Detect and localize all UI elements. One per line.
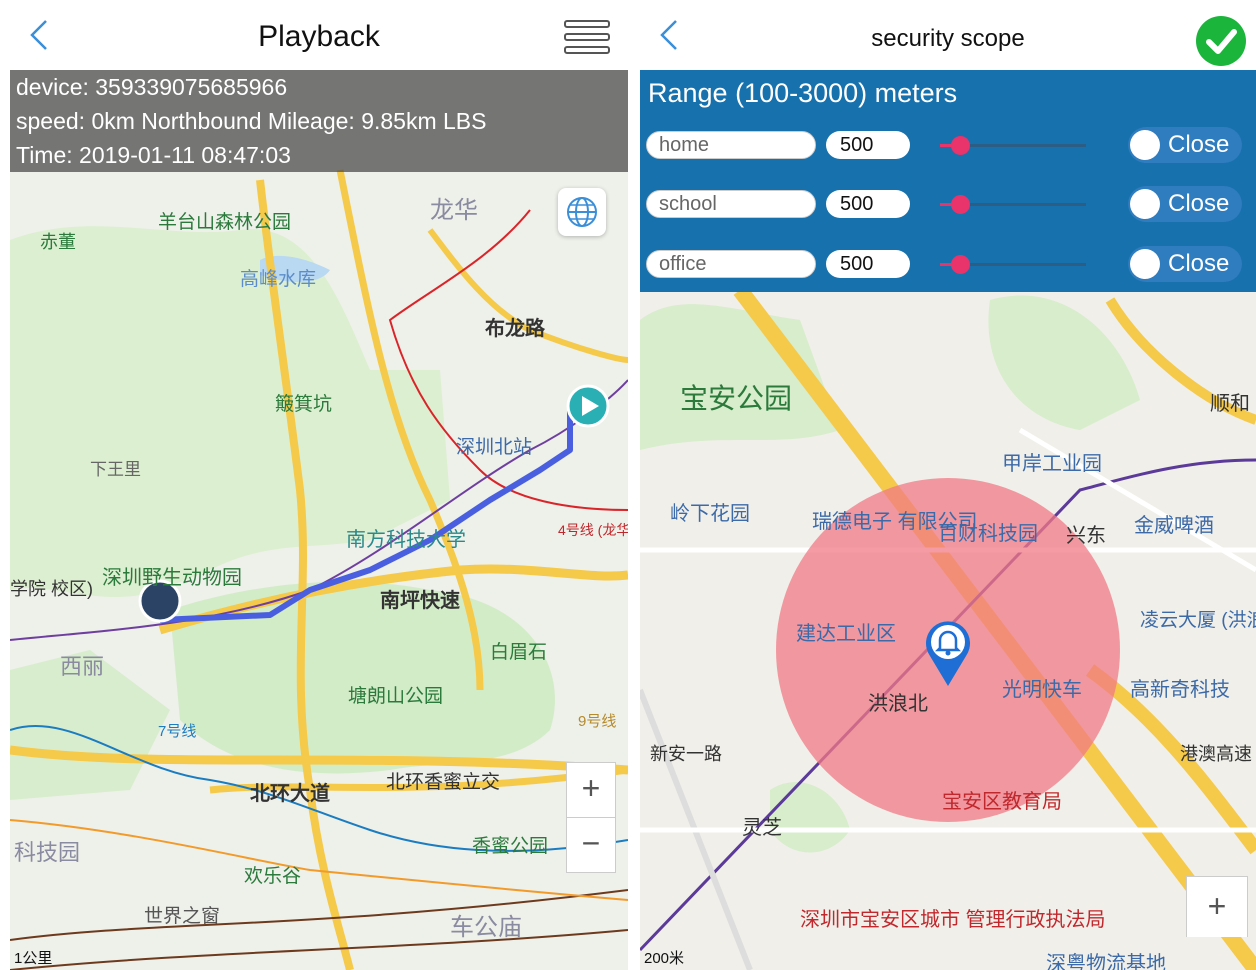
map-label-beihuan: 北环大道 <box>250 781 330 805</box>
map-label-shunhe: 顺和 <box>1210 392 1250 415</box>
map-label-xin-an: 新安一路 <box>650 744 722 764</box>
range-slider[interactable] <box>940 195 1086 214</box>
map-label-lingxia: 岭下花园 <box>670 502 750 525</box>
range-value-input[interactable]: 500 <box>826 131 910 159</box>
map-label-xiawang: 下王里 <box>90 460 141 479</box>
range-slider[interactable] <box>940 255 1086 274</box>
range-value-input[interactable]: 500 <box>826 250 910 278</box>
map-label-line4: 4号线 (龙华线) <box>558 522 628 538</box>
zoom-in-button[interactable]: + <box>1187 877 1247 937</box>
device-id-text: device: 359339075685966 <box>16 74 288 100</box>
toggle-knob <box>1130 249 1160 279</box>
map-label-yangtaishan: 羊台山森林公园 <box>158 211 291 233</box>
map-label-shenzhen-north: 深圳北站 <box>456 436 532 458</box>
range-settings-panel: Range (100-3000) meters home 500 Close s… <box>640 70 1256 292</box>
slider-thumb[interactable] <box>951 195 971 214</box>
map-label-bulong: 布龙路 <box>485 316 546 340</box>
map-label-baimei: 白眉石 <box>490 641 547 663</box>
map-label-gaoxin: 高新奇科技 <box>1130 678 1230 701</box>
map-label-baoan-park: 宝安公园 <box>680 383 792 414</box>
map-label-happy-valley: 欢乐谷 <box>244 865 301 887</box>
zoom-control: + <box>1186 876 1248 937</box>
map-label-jiaan: 甲岸工业园 <box>1002 452 1102 475</box>
page-title: security scope <box>871 25 1025 52</box>
range-slider[interactable] <box>940 136 1086 155</box>
device-bell-marker-icon[interactable] <box>922 616 974 693</box>
map-label-gaofeng: 高峰水库 <box>240 268 316 290</box>
globe-icon[interactable] <box>558 188 606 236</box>
map-label-gang: 港澳高速 <box>1180 744 1252 764</box>
security-header: security scope <box>640 0 1256 70</box>
toggle-label: Close <box>1168 131 1230 158</box>
zone-toggle[interactable]: Close <box>1128 246 1242 282</box>
map-label-honglang: 洪浪北 <box>868 692 928 715</box>
time-text: Time: 2019-01-11 08:47:03 <box>16 142 291 168</box>
map-label-boji: 簸箕坑 <box>275 393 332 415</box>
zone-name-input[interactable]: home <box>646 131 816 159</box>
zoom-in-button[interactable]: + <box>567 763 615 818</box>
map-label-line7: 7号线 <box>158 723 196 740</box>
page-title: Playback <box>258 20 380 53</box>
map-scale: 1公里 <box>14 950 53 967</box>
security-scope-screen: security scope 宝安公园 顺和 甲岸工业园 岭下花园 瑞德电子 有… <box>640 0 1256 970</box>
range-title: Range (100-3000) meters <box>648 78 958 108</box>
map-label-zoo: 深圳野生动物园 <box>102 566 242 589</box>
map-label-longhua: 龙华 <box>430 197 478 224</box>
range-value-input[interactable]: 500 <box>826 190 910 218</box>
map-label-guangming: 光明快车 <box>1002 678 1082 701</box>
map-scale: 200米 <box>644 950 685 967</box>
map-label-sustech: 南方科技大学 <box>346 528 466 551</box>
zoom-out-button[interactable]: − <box>567 818 615 872</box>
slider-thumb[interactable] <box>951 255 971 274</box>
zone-name-input[interactable]: office <box>646 250 816 278</box>
map-label-tanglang: 塘朗山公园 <box>348 685 443 707</box>
playback-header: Playback <box>10 0 628 70</box>
map-label-window: 世界之窗 <box>144 905 220 927</box>
map-label-jiaoyu: 宝安区教育局 <box>942 790 1062 813</box>
map-label-baicai: 百财科技园 <box>938 522 1038 545</box>
map-label-nanping: 南坪快速 <box>380 588 460 612</box>
range-row-home: home 500 Close <box>640 127 1256 171</box>
map-label-lingyun: 凌云大厦 (洪浪北二路) <box>1140 609 1256 631</box>
map-label-line9: 9号线 <box>578 713 616 730</box>
speed-mileage-text: speed: 0km Northbound Mileage: 9.85km LB… <box>16 108 487 134</box>
map-label-chengguan: 深圳市宝安区城市 管理行政执法局 <box>800 908 1106 931</box>
playback-info-overlay: device: 359339075685966 speed: 0km North… <box>10 70 628 172</box>
zoom-control: + − <box>566 762 616 873</box>
map-label-wuliu: 深粤物流基地 <box>1046 952 1166 970</box>
playback-screen: Playback 赤董 羊台山森林公园 高峰水库 龙华 布龙路 簸箕坑 下王里 … <box>10 0 628 970</box>
zone-name-input[interactable]: school <box>646 190 816 218</box>
toggle-knob <box>1130 130 1160 160</box>
range-row-school: school 500 Close <box>640 186 1256 230</box>
map-label-chidong: 赤董 <box>40 232 76 252</box>
map-label-xingdong: 兴东 <box>1066 524 1106 547</box>
toggle-knob <box>1130 189 1160 219</box>
zone-toggle[interactable]: Close <box>1128 186 1242 222</box>
zone-toggle[interactable]: Close <box>1128 127 1242 163</box>
confirm-check-icon[interactable] <box>1196 16 1246 66</box>
map-label-jinwei: 金威啤酒 <box>1134 514 1214 537</box>
map-label-xili: 西丽 <box>60 654 104 679</box>
map-label-lingzhi: 灵芝 <box>742 816 782 839</box>
map-label-xiangmi-li: 北环香蜜立交 <box>386 771 500 793</box>
toggle-label: Close <box>1168 190 1230 217</box>
map-label-chegong: 车公庙 <box>450 914 522 941</box>
toggle-label: Close <box>1168 250 1230 277</box>
map-label-kejiyuan: 科技园 <box>14 840 80 865</box>
map-label-xiangmi-park: 香蜜公园 <box>472 835 548 857</box>
slider-thumb[interactable] <box>951 136 971 155</box>
map-label-jianda: 建达工业区 <box>796 622 896 645</box>
map-label-xueyuan: 学院 校区) <box>10 579 93 599</box>
range-row-office: office 500 Close <box>640 246 1256 290</box>
menu-icon[interactable] <box>564 20 610 54</box>
playback-map[interactable]: 赤董 羊台山森林公园 高峰水库 龙华 布龙路 簸箕坑 下王里 深圳北站 南方科技… <box>10 70 628 970</box>
